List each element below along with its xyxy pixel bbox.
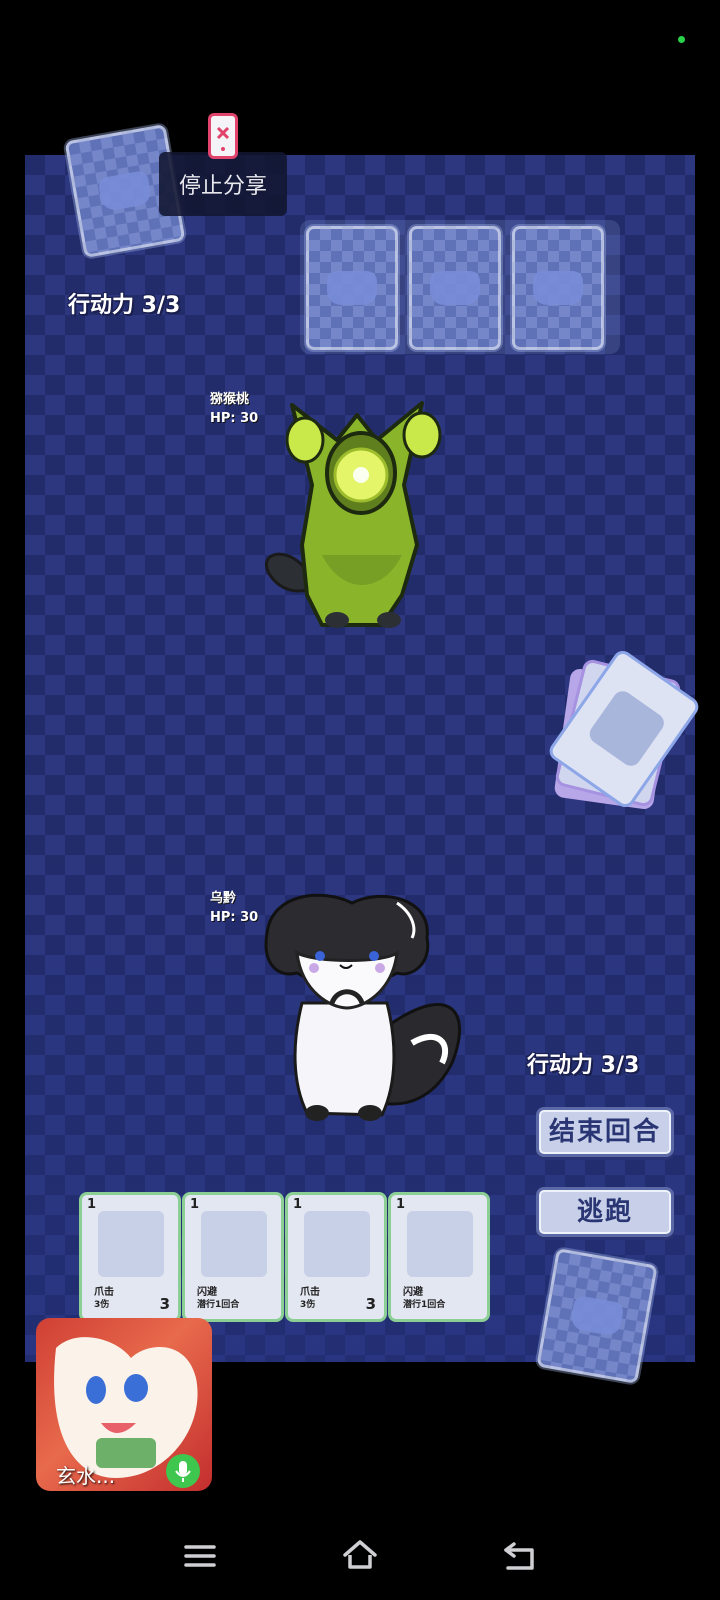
card-description: 3伤 [94, 1300, 110, 1310]
card-value: 3 [365, 1295, 376, 1313]
stop-sharing-label: 停止分享 [178, 174, 267, 199]
card-emblem-icon [569, 1294, 625, 1338]
stop-share-phone-icon[interactable] [208, 113, 238, 159]
enemy-action-points: 行动力 3/3 [68, 293, 181, 318]
stop-sharing-button[interactable]: 停止分享 [159, 152, 287, 216]
player-draw-pile [536, 1248, 658, 1384]
card-emblem-icon [430, 271, 480, 305]
enemy-name: 猕猴桃 [210, 392, 250, 407]
end-turn-button[interactable]: 结束回合 [536, 1107, 674, 1157]
microphone-icon[interactable] [166, 1454, 200, 1488]
hand-card[interactable]: 1 闪避 潜行1回合 [182, 1192, 284, 1322]
black-white-cat-sprite [264, 893, 461, 1121]
card-name: 闪避 [197, 1287, 217, 1298]
caller-name: 玄水... [56, 1464, 116, 1488]
status-indicator [678, 36, 685, 43]
home-icon[interactable] [340, 1536, 380, 1576]
enemy-hp: HP: 30 [210, 411, 259, 426]
card-description: 潜行1回合 [197, 1300, 240, 1310]
hand-card[interactable]: 1 爪击 3伤 3 [285, 1192, 387, 1322]
flee-button[interactable]: 逃跑 [536, 1187, 674, 1237]
card-art-icon [98, 1211, 164, 1277]
enemy-character[interactable] [262, 395, 452, 640]
card-cost: 1 [87, 1197, 97, 1212]
card-description: 3伤 [300, 1300, 316, 1310]
kiwi-cat-sprite [264, 401, 442, 628]
hand-card[interactable]: 1 闪避 潜行1回合 [388, 1192, 490, 1322]
card-name: 爪击 [94, 1287, 114, 1298]
discard-pile[interactable] [545, 647, 703, 811]
player-action-points: 行动力 3/3 [527, 1053, 640, 1078]
card-value: 3 [159, 1295, 170, 1313]
player-hp: HP: 30 [210, 910, 259, 925]
enemy-hand-card [409, 226, 501, 350]
card-art-icon [304, 1211, 370, 1277]
enemy-hand-card [306, 226, 398, 350]
card-art-icon [407, 1211, 473, 1277]
card-art-icon [201, 1211, 267, 1277]
card-name: 闪避 [403, 1287, 423, 1298]
menu-icon[interactable] [180, 1536, 220, 1576]
hand-card[interactable]: 1 爪击 3伤 3 [79, 1192, 181, 1322]
card-description: 潜行1回合 [403, 1300, 446, 1310]
player-name: 乌黔 [210, 891, 237, 906]
card-cost: 1 [190, 1197, 200, 1212]
player-character[interactable] [262, 893, 472, 1133]
card-cost: 1 [396, 1197, 406, 1212]
card-name: 爪击 [300, 1287, 320, 1298]
back-icon[interactable] [500, 1536, 540, 1576]
card-emblem-icon [533, 271, 583, 305]
close-icon [216, 126, 230, 151]
card-cost: 1 [293, 1197, 303, 1212]
card-emblem-icon [97, 169, 153, 213]
card-emblem-icon [327, 271, 377, 305]
enemy-hand-card [512, 226, 604, 350]
